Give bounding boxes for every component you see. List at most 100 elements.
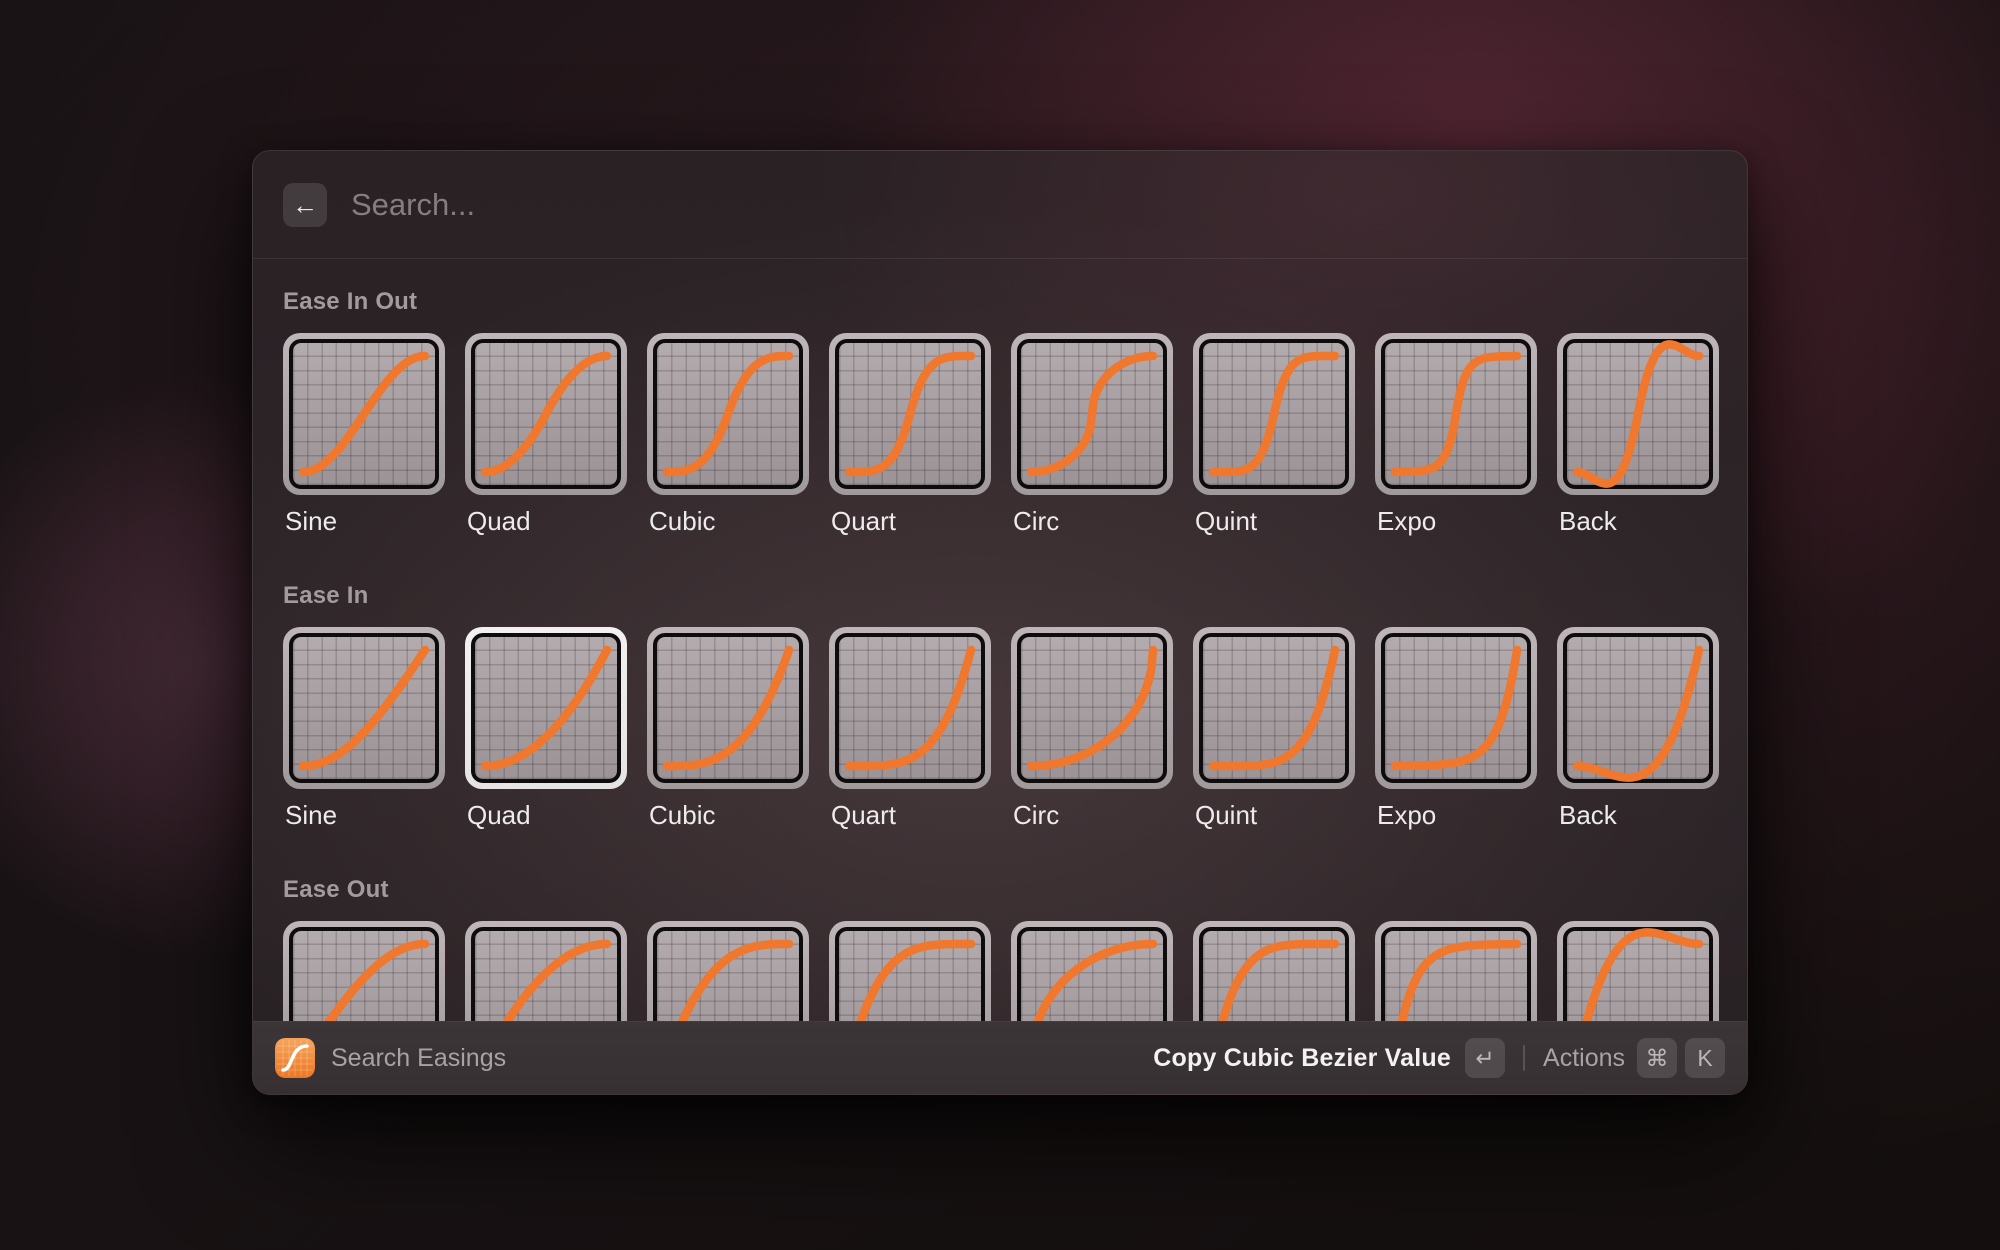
easing-cell: Quart: [829, 627, 991, 831]
easing-grid: [1199, 633, 1349, 783]
easing-card-ease-in-quint[interactable]: [1193, 627, 1355, 789]
footer-divider: [1523, 1045, 1525, 1071]
back-button[interactable]: ←: [283, 183, 327, 227]
section-header: Ease In: [283, 581, 1717, 611]
easing-cell: Expo: [1375, 333, 1537, 537]
easing-card-ease-out-back[interactable]: [1557, 921, 1719, 1021]
easing-card-ease-in-sine[interactable]: [283, 627, 445, 789]
easing-card-ease-out-cubic[interactable]: [647, 921, 809, 1021]
section-header: Ease Out: [283, 875, 1717, 905]
easing-card-label: Quad: [465, 799, 627, 831]
easing-grid: [835, 339, 985, 489]
easing-grid: [1381, 927, 1531, 1021]
back-arrow-icon: ←: [292, 190, 318, 220]
easing-grid: [471, 927, 621, 1021]
easing-grid: [653, 927, 803, 1021]
card-row: Sine Quad Cubic QuartCirc Quint Expo Back: [283, 627, 1717, 831]
easing-cell: Quad: [465, 921, 627, 1021]
easing-grid: [653, 339, 803, 489]
easing-cell: Circ: [1011, 921, 1173, 1021]
easing-card-ease-in-out-quart[interactable]: [829, 333, 991, 495]
easing-cell: Cubic: [647, 921, 809, 1021]
easing-card-label: Cubic: [647, 799, 809, 831]
easing-card-ease-in-out-cubic[interactable]: [647, 333, 809, 495]
easing-cell: Quart: [829, 333, 991, 537]
actions-button[interactable]: Actions ⌘ K: [1543, 1038, 1725, 1078]
easing-card-label: Back: [1557, 505, 1719, 537]
actions-shortcut: ⌘ K: [1637, 1038, 1725, 1078]
easing-grid: [289, 927, 439, 1021]
easing-card-label: Quad: [465, 505, 627, 537]
easing-grid: [653, 633, 803, 783]
easing-card-ease-in-out-expo[interactable]: [1375, 333, 1537, 495]
easing-grid: [1381, 339, 1531, 489]
easing-grid: [289, 633, 439, 783]
easing-cell: Cubic: [647, 627, 809, 831]
easing-grid: [1563, 633, 1713, 783]
easing-card-ease-in-cubic[interactable]: [647, 627, 809, 789]
easing-card-ease-in-back[interactable]: [1557, 627, 1719, 789]
easing-card-ease-out-quart[interactable]: [829, 921, 991, 1021]
easing-cell: Sine: [283, 627, 445, 831]
easing-card-ease-in-out-back[interactable]: [1557, 333, 1719, 495]
easing-card-label: Quint: [1193, 799, 1355, 831]
easing-grid: [1563, 339, 1713, 489]
footer-bar: Search Easings Copy Cubic Bezier Value ↵…: [253, 1021, 1747, 1094]
footer-app-name: Search Easings: [331, 1044, 506, 1073]
easing-grid: [1199, 339, 1349, 489]
easing-card-ease-in-quad[interactable]: [465, 627, 627, 789]
return-key-icon: ↵: [1465, 1038, 1505, 1078]
easing-card-ease-in-circ[interactable]: [1011, 627, 1173, 789]
search-input[interactable]: [351, 187, 1717, 223]
search-header: ←: [253, 151, 1747, 259]
easing-card-label: Circ: [1011, 505, 1173, 537]
footer-app: Search Easings: [275, 1038, 506, 1078]
easing-cell: Quint: [1193, 627, 1355, 831]
footer-actions: Copy Cubic Bezier Value ↵ Actions ⌘ K: [1153, 1038, 1725, 1078]
easing-card-label: Cubic: [647, 505, 809, 537]
section-header: Ease In Out: [283, 287, 1717, 317]
card-row: SineQuadCubicQuartCircQuintExpoBack: [283, 921, 1717, 1021]
easing-grid: [1017, 339, 1167, 489]
easing-card-ease-in-out-quad[interactable]: [465, 333, 627, 495]
easing-card-ease-in-out-circ[interactable]: [1011, 333, 1173, 495]
easing-card-ease-in-out-quint[interactable]: [1193, 333, 1355, 495]
easing-cell: Quint: [1193, 333, 1355, 537]
easing-grid: [471, 339, 621, 489]
easing-card-ease-in-out-sine[interactable]: [283, 333, 445, 495]
easing-cell: Quint: [1193, 921, 1355, 1021]
k-key: K: [1685, 1038, 1725, 1078]
easing-card-label: Back: [1557, 799, 1719, 831]
easing-grid: [835, 633, 985, 783]
easing-card-ease-out-sine[interactable]: [283, 921, 445, 1021]
easing-cell: Cubic: [647, 333, 809, 537]
easing-grid: [1199, 927, 1349, 1021]
easing-card-ease-out-expo[interactable]: [1375, 921, 1537, 1021]
easing-card-ease-in-expo[interactable]: [1375, 627, 1537, 789]
primary-action-label: Copy Cubic Bezier Value: [1153, 1044, 1451, 1073]
easing-cell: Quad: [465, 333, 627, 537]
easing-cell: Sine: [283, 921, 445, 1021]
easing-cell: Back: [1557, 333, 1719, 537]
results-list: Ease In OutSineQuadCubicQuartCircQuintEx…: [253, 259, 1747, 1021]
easing-card-ease-in-quart[interactable]: [829, 627, 991, 789]
easing-cell: Circ: [1011, 627, 1173, 831]
easing-cell: Circ: [1011, 333, 1173, 537]
easing-cell: Back: [1557, 921, 1719, 1021]
easing-card-ease-out-quad[interactable]: [465, 921, 627, 1021]
easing-card-label: Quint: [1193, 505, 1355, 537]
easing-cell: Expo: [1375, 627, 1537, 831]
easing-grid: [835, 927, 985, 1021]
command-key-icon: ⌘: [1637, 1038, 1677, 1078]
easing-card-label: Sine: [283, 799, 445, 831]
section-ease-out: Ease Out SineQuadCubicQuartCircQuintExpoB…: [283, 875, 1717, 1021]
easing-cell: Back: [1557, 627, 1719, 831]
easing-grid: [1017, 927, 1167, 1021]
primary-action-button[interactable]: Copy Cubic Bezier Value ↵: [1153, 1038, 1505, 1078]
easing-card-ease-out-quint[interactable]: [1193, 921, 1355, 1021]
card-row: Sine Quad Cubic Quart Circ Quint Expo Back: [283, 333, 1717, 537]
easing-card-label: Quart: [829, 505, 991, 537]
easing-card-label: Expo: [1375, 799, 1537, 831]
easing-card-ease-out-circ[interactable]: [1011, 921, 1173, 1021]
easing-cell: Sine: [283, 333, 445, 537]
